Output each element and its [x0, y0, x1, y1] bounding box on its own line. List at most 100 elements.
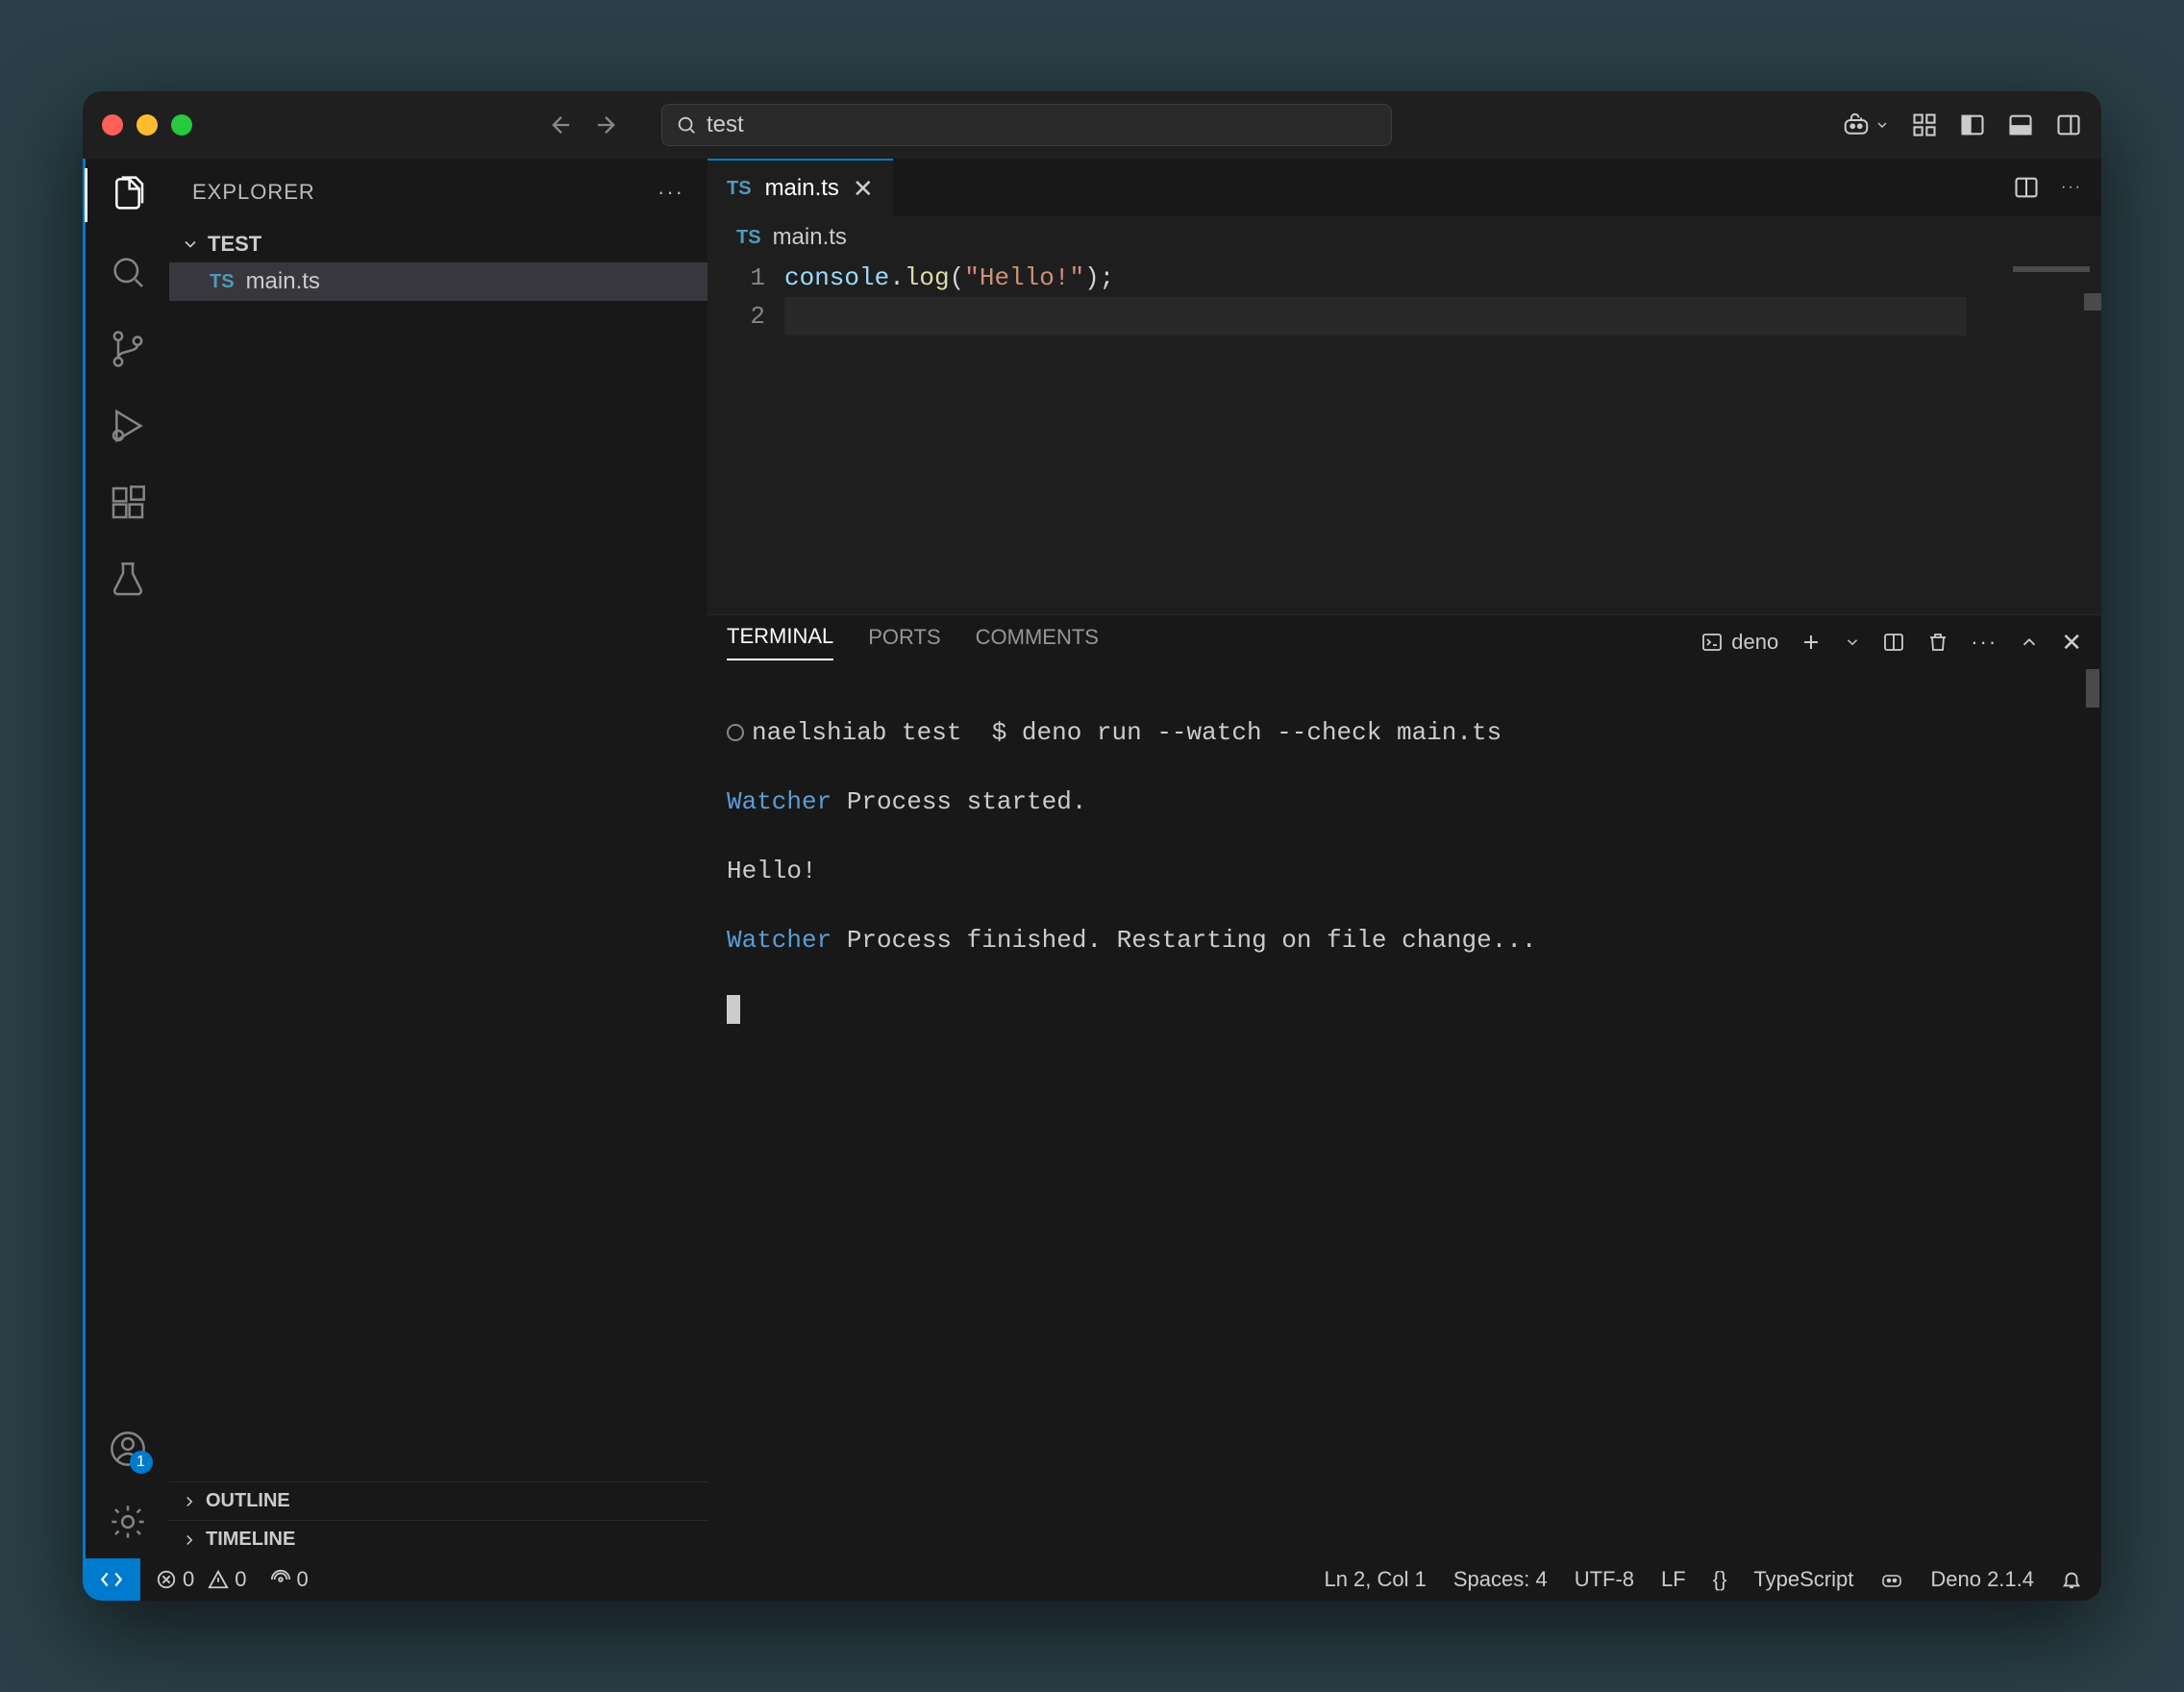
command-center-search[interactable]: test	[661, 104, 1392, 146]
activity-settings[interactable]	[105, 1499, 151, 1545]
gear-icon	[109, 1503, 147, 1541]
search-icon	[676, 114, 697, 136]
maximize-window-button[interactable]	[171, 114, 192, 136]
editor-more-button[interactable]: ···	[2061, 179, 2082, 196]
sidebar-bottom-sections: OUTLINE TIMELINE	[169, 1481, 707, 1558]
nav-arrows	[544, 108, 623, 142]
nav-forward-button[interactable]	[588, 108, 623, 142]
status-problems[interactable]: 0 0	[156, 1567, 247, 1592]
extensions-icon	[109, 484, 147, 522]
status-notifications[interactable]	[2061, 1569, 2082, 1590]
nav-back-button[interactable]	[544, 108, 579, 142]
maximize-panel-button[interactable]	[2019, 632, 2040, 653]
status-ports[interactable]: 0	[270, 1567, 309, 1592]
close-panel-button[interactable]: ✕	[2061, 628, 2082, 658]
panel-tab-ports[interactable]: PORTS	[868, 625, 940, 659]
terminal-dropdown-button[interactable]	[1844, 634, 1861, 651]
gutter: 1 2	[707, 259, 784, 614]
activity-accounts[interactable]: 1	[105, 1426, 151, 1472]
editor-tabs: TS main.ts ✕ ···	[707, 159, 2101, 216]
tab-close-button[interactable]: ✕	[853, 174, 874, 204]
toggle-secondary-sidebar-button[interactable]	[2055, 112, 2082, 138]
kill-terminal-button[interactable]	[1926, 631, 1949, 654]
minimap[interactable]	[1967, 259, 2101, 614]
line-number: 1	[707, 259, 765, 297]
vscode-window: test	[83, 91, 2101, 1601]
chevron-right-icon	[181, 1531, 198, 1549]
activity-testing[interactable]	[105, 557, 151, 603]
terminal-line: Watcher Process started.	[727, 784, 2082, 819]
minimize-window-button[interactable]	[136, 114, 158, 136]
typescript-icon: TS	[210, 271, 235, 293]
copilot-icon	[1880, 1568, 1903, 1591]
code-line-1: console.log("Hello!");	[784, 259, 1967, 297]
status-brackets[interactable]: {}	[1713, 1567, 1727, 1592]
remote-indicator[interactable]	[83, 1558, 140, 1601]
close-window-button[interactable]	[102, 114, 123, 136]
sidebar-folder-header[interactable]: TEST	[169, 226, 707, 262]
titlebar-actions	[1842, 111, 2082, 139]
tab-main-ts[interactable]: TS main.ts ✕	[707, 159, 893, 216]
terminal-profile-button[interactable]: deno	[1700, 630, 1778, 655]
panel-tab-terminal[interactable]: TERMINAL	[727, 624, 833, 660]
outline-label: OUTLINE	[206, 1490, 290, 1512]
activity-run-debug[interactable]	[105, 403, 151, 449]
activitybar: 1	[83, 159, 169, 1558]
new-terminal-button[interactable]	[1799, 631, 1823, 654]
editor-area: TS main.ts ✕ ··· TS main.ts 1 2	[707, 159, 2101, 1558]
file-row-main-ts[interactable]: TS main.ts	[169, 262, 707, 301]
status-left: 0 0 0	[140, 1567, 309, 1592]
chevron-right-icon	[181, 1493, 198, 1510]
play-bug-icon	[109, 407, 147, 445]
terminal-content[interactable]: naelshiab test $ deno run --watch --chec…	[707, 669, 2101, 1558]
copilot-button[interactable]	[1842, 111, 1890, 139]
error-icon	[156, 1569, 177, 1590]
code-editor[interactable]: 1 2 console.log("Hello!");	[707, 259, 2101, 614]
status-language[interactable]: TypeScript	[1753, 1567, 1853, 1592]
outline-section[interactable]: OUTLINE	[169, 1481, 707, 1520]
terminal-icon	[1700, 631, 1724, 654]
panel-tab-comments[interactable]: COMMENTS	[976, 625, 1099, 659]
status-indentation[interactable]: Spaces: 4	[1453, 1567, 1548, 1592]
typescript-icon: TS	[736, 227, 761, 249]
terminal-line: Hello!	[727, 854, 2082, 888]
panel-tabs: TERMINAL PORTS COMMENTS deno	[707, 615, 2101, 669]
activity-search[interactable]	[105, 249, 151, 295]
sidebar-more-button[interactable]: ···	[658, 180, 684, 205]
trash-icon	[1926, 631, 1949, 654]
typescript-icon: TS	[727, 178, 752, 200]
sidebar-header: EXPLORER ···	[169, 159, 707, 226]
activity-explorer[interactable]	[105, 172, 151, 218]
timeline-section[interactable]: TIMELINE	[169, 1520, 707, 1558]
toggle-panel-button[interactable]	[2007, 112, 2034, 138]
activity-source-control[interactable]	[105, 326, 151, 372]
beaker-icon	[109, 560, 147, 599]
chevron-down-icon	[1874, 117, 1890, 133]
status-right: Ln 2, Col 1 Spaces: 4 UTF-8 LF {} TypeSc…	[1324, 1567, 2101, 1592]
toggle-sidebar-button[interactable]	[1959, 112, 1986, 138]
account-badge: 1	[130, 1451, 153, 1474]
body-area: 1 EXPLORER ··· TEST TS main.ts	[83, 159, 2101, 1558]
panel-more-button[interactable]: ···	[1971, 630, 1998, 655]
terminal-line: naelshiab test $ deno run --watch --chec…	[727, 715, 2082, 750]
editor-tab-actions: ···	[2013, 159, 2101, 216]
status-copilot[interactable]	[1880, 1568, 1903, 1591]
chevron-down-icon	[181, 235, 200, 254]
bell-icon	[2061, 1569, 2082, 1590]
terminal-cursor	[727, 995, 740, 1024]
layout-customize-button[interactable]	[1911, 112, 1938, 138]
minimap-scroll	[2084, 293, 2101, 311]
split-terminal-button[interactable]	[1882, 631, 1905, 654]
split-editor-button[interactable]	[2013, 174, 2040, 201]
status-deno[interactable]: Deno 2.1.4	[1930, 1567, 2034, 1592]
status-cursor-position[interactable]: Ln 2, Col 1	[1324, 1567, 1426, 1592]
antenna-icon	[270, 1569, 291, 1590]
breadcrumb[interactable]: TS main.ts	[707, 216, 2101, 259]
activity-extensions[interactable]	[105, 480, 151, 526]
status-encoding[interactable]: UTF-8	[1575, 1567, 1634, 1592]
panel: TERMINAL PORTS COMMENTS deno	[707, 614, 2101, 1558]
minimap-content	[2013, 266, 2090, 272]
status-eol[interactable]: LF	[1661, 1567, 1686, 1592]
remote-icon	[99, 1567, 124, 1592]
terminal-scrollbar[interactable]	[2086, 669, 2099, 708]
